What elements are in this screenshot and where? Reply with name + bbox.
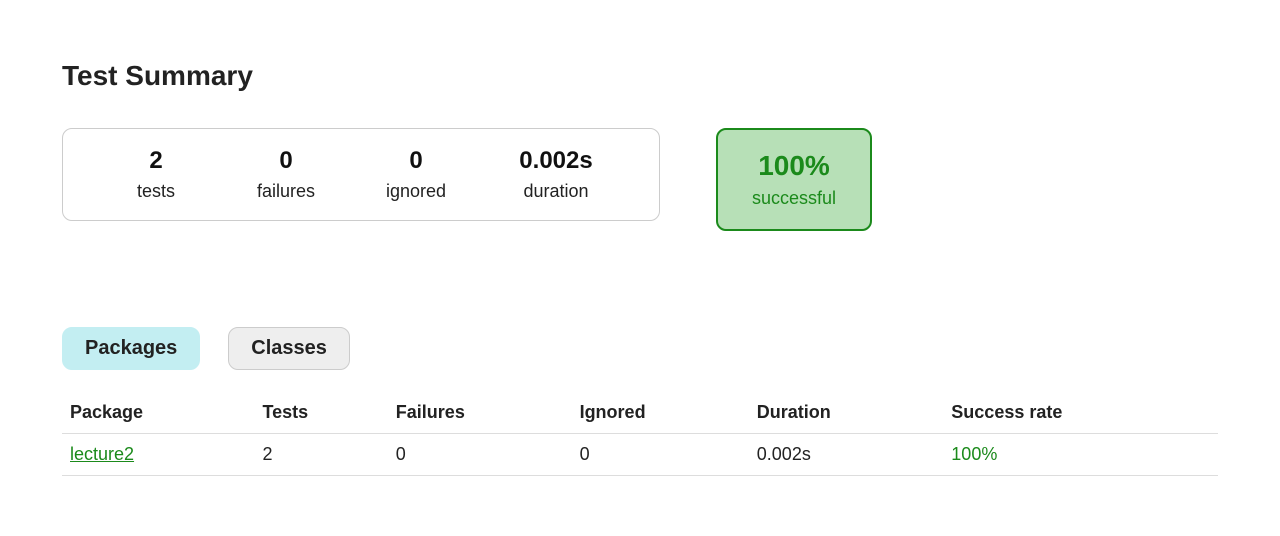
table-row: lecture2 2 0 0 0.002s 100% [62, 434, 1218, 476]
stats-box: 2 tests 0 failures 0 ignored 0.002s dura… [62, 128, 660, 221]
package-link[interactable]: lecture2 [70, 444, 134, 464]
col-ignored: Ignored [572, 392, 749, 434]
stat-ignored: 0 ignored [351, 147, 481, 202]
tab-classes[interactable]: Classes [228, 327, 350, 370]
stat-ignored-value: 0 [409, 147, 422, 175]
cell-failures: 0 [388, 434, 572, 476]
col-duration: Duration [749, 392, 944, 434]
stat-duration-label: duration [523, 181, 588, 202]
summary-row: 2 tests 0 failures 0 ignored 0.002s dura… [62, 128, 1218, 231]
stat-duration: 0.002s duration [481, 147, 631, 202]
stat-duration-value: 0.002s [519, 147, 592, 175]
stat-tests-value: 2 [149, 147, 162, 175]
success-percent: 100% [758, 150, 830, 182]
stat-tests: 2 tests [91, 147, 221, 202]
cell-success-rate: 100% [943, 434, 1218, 476]
col-package: Package [62, 392, 254, 434]
cell-duration: 0.002s [749, 434, 944, 476]
cell-package: lecture2 [62, 434, 254, 476]
stat-ignored-label: ignored [386, 181, 446, 202]
results-table: Package Tests Failures Ignored Duration … [62, 392, 1218, 476]
col-failures: Failures [388, 392, 572, 434]
page-title: Test Summary [62, 60, 1218, 92]
stat-failures-label: failures [257, 181, 315, 202]
success-box: 100% successful [716, 128, 872, 231]
tab-packages[interactable]: Packages [62, 327, 200, 370]
col-success-rate: Success rate [943, 392, 1218, 434]
success-label: successful [752, 188, 836, 209]
cell-ignored: 0 [572, 434, 749, 476]
col-tests: Tests [254, 392, 387, 434]
stat-failures: 0 failures [221, 147, 351, 202]
stat-tests-label: tests [137, 181, 175, 202]
stat-failures-value: 0 [279, 147, 292, 175]
table-header-row: Package Tests Failures Ignored Duration … [62, 392, 1218, 434]
cell-tests: 2 [254, 434, 387, 476]
tabs: Packages Classes [62, 327, 1218, 370]
